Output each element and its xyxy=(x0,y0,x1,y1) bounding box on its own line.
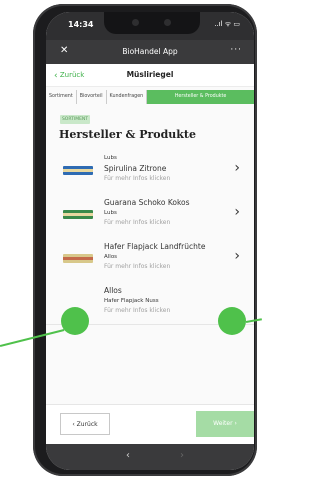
tab-sortiment[interactable]: Sortiment xyxy=(46,90,77,104)
chevron-right-icon[interactable]: › xyxy=(234,248,240,264)
next-button[interactable]: Weiter › xyxy=(196,411,254,437)
info-hint: Für mehr Infos klicken xyxy=(104,307,171,314)
info-hint: Für mehr Infos klicken xyxy=(104,263,171,270)
item-text: Lubs Spirulina Zitrone Für mehr Infos kl… xyxy=(104,153,224,184)
page-title: Müsliriegel xyxy=(126,70,174,79)
item-text: Guarana Schoko Kokos Lubs Für mehr Infos… xyxy=(104,197,224,228)
navigation-bar: ‹ Zurück Müsliriegel xyxy=(46,64,254,87)
product-name: Guarana Schoko Kokos xyxy=(104,198,190,207)
tab-kundenfragen[interactable]: Kundenfragen xyxy=(107,90,148,104)
product-name: Hafer Flapjack Landfrüchte xyxy=(104,242,206,251)
product-thumbnail xyxy=(63,210,93,219)
app-title: BioHandel App xyxy=(122,47,178,56)
status-time: 14:34 xyxy=(68,20,94,29)
product-thumbnail xyxy=(63,166,93,175)
section-badge: SORTIMENT xyxy=(60,115,90,124)
camera-dot xyxy=(132,19,139,26)
tab-bar: Sortiment Biovorteil Kundenfragen Herste… xyxy=(46,90,254,104)
footer-bar: ‹ Zurück Weiter › xyxy=(46,404,254,445)
sensor-dot xyxy=(164,19,171,26)
list-item[interactable]: Lubs Spirulina Zitrone Für mehr Infos kl… xyxy=(46,148,254,193)
product-name: Spirulina Zitrone xyxy=(104,164,167,173)
tab-biovorteil[interactable]: Biovorteil xyxy=(77,90,107,104)
status-bar: 14:34 ..ıl ᯤ ▭ xyxy=(46,12,254,40)
tab-hersteller-produkte[interactable]: Hersteller & Produkte xyxy=(147,90,254,104)
more-options-icon[interactable]: ··· xyxy=(230,45,242,55)
app-screen: 14:34 ..ıl ᯤ ▭ ✕ BioHandel App ··· ‹ Zur… xyxy=(46,12,254,470)
chevron-right-icon[interactable]: › xyxy=(234,160,240,176)
product-name: Hafer Flapjack Nuss xyxy=(104,298,159,304)
back-button[interactable]: ‹ Zurück xyxy=(60,413,110,435)
manufacturer-label: Lubs xyxy=(104,210,117,216)
signal-wifi-battery-icons: ..ıl ᯤ ▭ xyxy=(214,20,240,28)
app-title-bar: ✕ BioHandel App ··· xyxy=(46,40,254,64)
info-hint: Für mehr Infos klicken xyxy=(104,175,171,182)
back-arrow-icon[interactable]: ‹ xyxy=(126,450,130,461)
manufacturer-label: Allos xyxy=(104,254,118,260)
callout-dot-right xyxy=(218,307,246,335)
list-item[interactable]: Guarana Schoko Kokos Lubs Für mehr Infos… xyxy=(46,192,254,237)
info-hint: Für mehr Infos klicken xyxy=(104,219,171,226)
item-text: Allos Hafer Flapjack Nuss Für mehr Infos… xyxy=(104,285,224,316)
callout-dot-left xyxy=(61,307,89,335)
list-item[interactable]: Hafer Flapjack Landfrüchte Allos Für meh… xyxy=(46,236,254,281)
forward-arrow-icon[interactable]: › xyxy=(180,450,184,461)
chevron-right-icon[interactable]: › xyxy=(234,204,240,220)
product-thumbnail xyxy=(63,254,93,263)
browser-bottom-bar: ‹ › xyxy=(46,444,254,470)
camera-notch xyxy=(104,12,200,34)
section-heading: Hersteller & Produkte xyxy=(59,128,196,141)
item-text: Hafer Flapjack Landfrüchte Allos Für meh… xyxy=(104,241,224,272)
manufacturer-label: Allos xyxy=(104,286,122,295)
manufacturer-label: Lubs xyxy=(104,155,117,161)
